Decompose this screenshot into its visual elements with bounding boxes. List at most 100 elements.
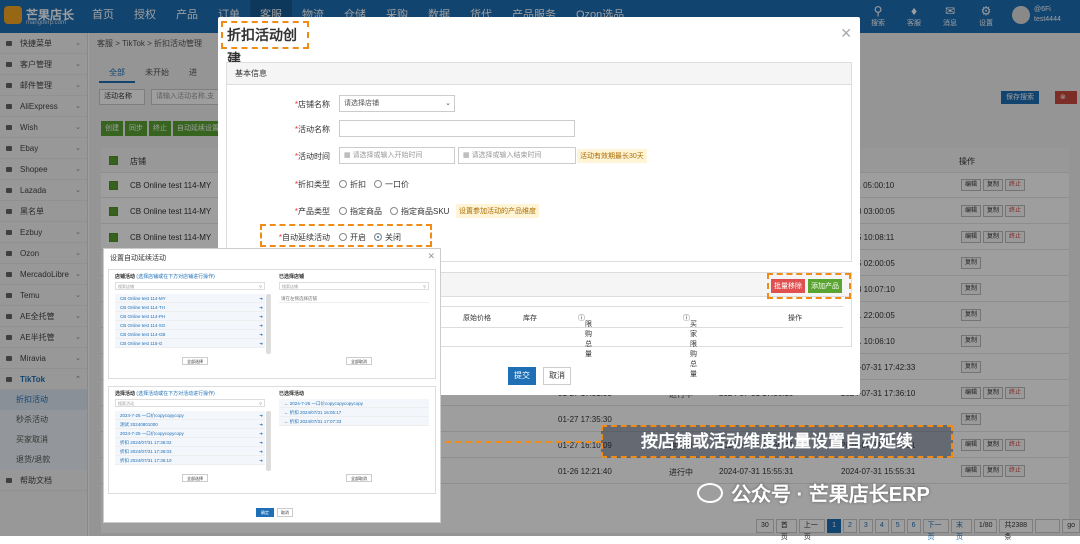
radio-circle xyxy=(374,180,382,188)
submodal-cancel-button[interactable]: 取消 xyxy=(277,508,293,517)
list-item[interactable]: CB Online test 114-SG ➜ xyxy=(115,321,265,330)
search-icon: ⚲ xyxy=(423,284,426,289)
list-item[interactable]: 折扣 2024/07/31 17:36:10 ➜ xyxy=(115,456,265,465)
list-item[interactable]: CB Online test 114-PH ➜ xyxy=(115,312,265,321)
select-all-activities-button[interactable]: 全部选择 xyxy=(182,474,208,482)
activity-name: 2024-7-25 一口价copycopycopycopy xyxy=(289,401,364,406)
activity-name: 测试 20240801000 xyxy=(120,422,158,427)
arrow-right-icon[interactable]: ➜ xyxy=(259,411,263,420)
selected-shop-panel: 已选择店铺 搜索店铺 ⚲ 请在左侧选择店铺 全部取消 xyxy=(273,270,437,378)
selected-shop-title: 已选择店铺 xyxy=(279,274,305,280)
arrow-right-icon[interactable]: ➜ xyxy=(259,339,263,348)
radio-product[interactable]: 指定商品 xyxy=(339,206,382,217)
chevron-down-icon: ⌄ xyxy=(445,100,451,107)
arrow-right-icon[interactable]: ➜ xyxy=(259,321,263,330)
hd-text: 选择活动 xyxy=(115,391,136,397)
list-item[interactable]: CB Online test 114-MY ➜ xyxy=(115,294,265,303)
cancel-all-shops-button[interactable]: 全部取消 xyxy=(346,357,372,365)
list-item[interactable]: 折扣 2024/07/31 17:36:02 ➜ xyxy=(115,438,265,447)
radio-label: 一口价 xyxy=(385,180,409,189)
start-time-input[interactable]: ▦ 请选择或输入开始时间 xyxy=(339,147,455,164)
arrow-right-icon[interactable]: ➜ xyxy=(259,330,263,339)
radio-discount[interactable]: 折扣 xyxy=(339,179,366,190)
end-placeholder: 请选择或输入结束时间 xyxy=(471,152,542,159)
radio-sku[interactable]: 指定商品SKU xyxy=(390,206,449,217)
activity-name: 折扣 2024/07/31 17:36:03 xyxy=(120,449,172,454)
activity-name: 2024-7-25 一口价copycopycopy xyxy=(120,431,184,436)
label-text: 活动时间 xyxy=(298,152,330,161)
activity-name: 折扣 2024/07/31 17:07:33 xyxy=(289,419,342,424)
auto-continue-modal: 设置自动延续活动 ✕ 店铺活动 (选择店铺或在下方对店铺进行操作) 搜索店铺 ⚲ … xyxy=(103,248,441,523)
product-tip: 设置参加活动的产品维度 xyxy=(456,204,539,218)
list-item[interactable]: ← 折扣 2024/07/31 16:05:17 xyxy=(279,408,429,417)
radio-circle xyxy=(390,207,398,215)
shop-panel-title: 店铺活动 (选择店铺或在下方对店铺进行操作) xyxy=(115,273,215,280)
annotation-connector xyxy=(446,441,601,443)
activity-name: 折扣 2024/07/31 16:05:17 xyxy=(289,410,342,415)
radio-circle xyxy=(339,233,347,241)
radio-auto-on[interactable]: 开启 xyxy=(339,232,366,243)
bulk-remove-button[interactable]: 批量移除 xyxy=(771,279,805,293)
scrollbar[interactable] xyxy=(266,294,271,354)
arrow-right-icon[interactable]: ➜ xyxy=(259,438,263,447)
radio-label: 指定商品SKU xyxy=(401,207,450,216)
activity-list: 2024-7-25 一口价copycopycopy ➜ 测试 20240801000… xyxy=(115,411,265,465)
watermark-text: 公众号 · 芒果店长ERP xyxy=(731,484,930,506)
radio-auto-off[interactable]: 关闭 xyxy=(374,232,401,243)
scrollbar[interactable] xyxy=(266,411,271,471)
list-item[interactable]: CB Online test 115-G ➜ xyxy=(115,339,265,348)
activity-search-input[interactable]: 搜索活动 ⚲ xyxy=(115,399,265,407)
list-item[interactable]: 测试 20240801000 ➜ xyxy=(115,420,265,429)
name-label: *活动名称 xyxy=(294,125,330,134)
radio-fixed-price[interactable]: 一口价 xyxy=(374,179,409,190)
arrow-right-icon[interactable]: ➜ xyxy=(259,312,263,321)
time-row: *活动时间 ▦ 请选择或输入开始时间 ▦ 请选择或输入结束时间 活动有效期最长3… xyxy=(270,147,770,165)
activity-picker: 选择活动 (选择活动或在下方对活动进行操作) 搜索活动 ⚲ 2024-7-25 一… xyxy=(108,386,436,494)
type-label: *折扣类型 xyxy=(294,180,330,189)
shop-select[interactable]: 请选择店铺 ⌄ xyxy=(339,95,455,112)
arrow-right-icon[interactable]: ➜ xyxy=(259,447,263,456)
shop-name: CB Online test 114-SG xyxy=(120,323,166,328)
cancel-button[interactable]: 取消 xyxy=(543,367,571,385)
col-limit-total: ⓘ 限购总量 xyxy=(578,315,592,358)
close-icon[interactable]: ✕ xyxy=(840,25,852,42)
selected-shop-list: 请在左侧选择店铺 xyxy=(279,294,429,303)
list-item[interactable]: 折扣 2024/07/31 17:36:03 ➜ xyxy=(115,447,265,456)
shop-search-input[interactable]: 搜索店铺 ⚲ xyxy=(115,282,265,290)
select-all-shops-button[interactable]: 全部选择 xyxy=(182,357,208,365)
label-text: 活动名称 xyxy=(298,125,330,134)
col-stock: 库存 xyxy=(523,315,537,322)
list-item[interactable]: CB Online test 114-TH ➜ xyxy=(115,303,265,312)
submit-button[interactable]: 提交 xyxy=(508,367,536,385)
selected-activity-title: 已选择活动 xyxy=(279,391,305,397)
list-item[interactable]: ← 2024-7-25 一口价copycopycopycopy xyxy=(279,399,429,408)
end-time-input[interactable]: ▦ 请选择或输入结束时间 xyxy=(458,147,576,164)
confirm-button[interactable]: 确定 xyxy=(256,508,274,517)
cancel-all-activities-button[interactable]: 全部取消 xyxy=(346,474,372,482)
hd-hint: (选择店铺或在下方对店铺进行操作) xyxy=(136,274,215,280)
arrow-right-icon[interactable]: ➜ xyxy=(259,294,263,303)
product-type-row: *产品类型 指定商品 指定商品SKU 设置参加活动的产品维度 xyxy=(270,202,770,220)
shop-select-text: 请选择店铺 xyxy=(344,100,379,107)
close-icon[interactable]: ✕ xyxy=(427,251,435,262)
search-placeholder: 搜索店铺 xyxy=(282,284,298,289)
hd-hint: (选择活动或在下方对活动进行操作) xyxy=(136,391,215,397)
add-product-button[interactable]: 添加产品 xyxy=(808,279,842,293)
name-input[interactable] xyxy=(339,120,575,137)
shop-name: CB Online test 114-GB xyxy=(120,332,166,337)
arrow-right-icon[interactable]: ➜ xyxy=(259,456,263,465)
arrow-right-icon[interactable]: ➜ xyxy=(259,303,263,312)
arrow-right-icon[interactable]: ➜ xyxy=(259,429,263,438)
shop-name: CB Online test 114-PH xyxy=(120,314,166,319)
arrow-right-icon[interactable]: ➜ xyxy=(259,420,263,429)
radio-circle xyxy=(339,180,347,188)
list-item[interactable]: 2024-7-25 一口价copycopycopy ➜ xyxy=(115,429,265,438)
shop-name: CB Online test 115-G xyxy=(120,341,163,346)
shop-name: CB Online test 114-MY xyxy=(120,296,166,301)
list-item[interactable]: ← 折扣 2024/07/31 17:07:33 xyxy=(279,417,429,426)
list-item[interactable]: 2024-7-25 一口价copycopycopy ➜ xyxy=(115,411,265,420)
selected-shop-search[interactable]: 搜索店铺 ⚲ xyxy=(279,282,429,290)
list-item[interactable]: CB Online test 114-GB ➜ xyxy=(115,330,265,339)
radio-label: 关闭 xyxy=(385,233,401,242)
radio-circle-selected xyxy=(374,233,382,241)
